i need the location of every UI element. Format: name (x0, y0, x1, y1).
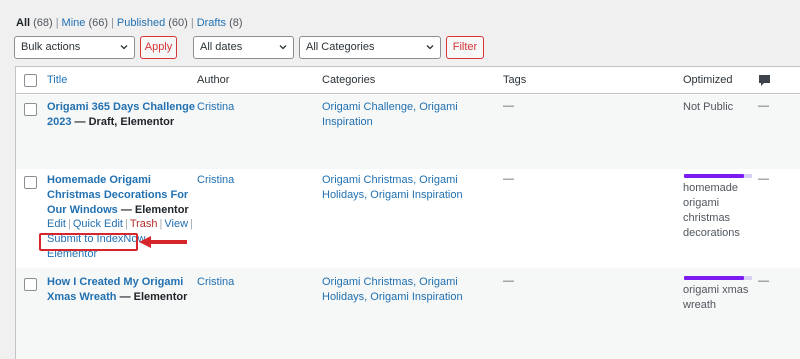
status-views: All (68) | Mine (66) | Published (60) | Drafts… (16, 17, 243, 29)
quick-edit-link[interactable]: Quick Edit (73, 218, 123, 230)
trash-link[interactable]: Trash (130, 218, 158, 230)
select-all-checkbox[interactable] (24, 74, 37, 87)
highlight-box (39, 233, 138, 251)
keyword-score-bar (684, 174, 752, 178)
tags-cell: — (503, 275, 514, 287)
row-checkbox[interactable] (24, 176, 37, 189)
author-link[interactable]: Cristina (197, 173, 234, 188)
categories-links[interactable]: Origami Challenge, Origami Inspiration (322, 100, 492, 130)
categories-select[interactable]: All Categories (299, 36, 441, 59)
keyword-score-bar (684, 276, 752, 280)
optimized-status: Not Public (683, 101, 734, 113)
author-link[interactable]: Cristina (197, 275, 234, 290)
categories-value: All Categories (306, 41, 375, 53)
comments-cell: — (758, 100, 769, 112)
apply-button[interactable]: Apply (140, 36, 177, 59)
comment-bubble-icon[interactable] (758, 74, 771, 87)
view-separator: | (111, 17, 114, 29)
column-title-sort[interactable]: Title (47, 74, 67, 86)
view-published-link[interactable]: Published (60) (117, 17, 188, 29)
post-title-cell: How I Created My Origami Xmas Wreath — E… (47, 275, 197, 305)
table-row: Homemade Origami Christmas Decorations F… (16, 169, 800, 268)
row-checkbox[interactable] (24, 103, 37, 116)
column-categories: Categories (322, 74, 376, 86)
comments-cell: — (758, 173, 769, 185)
column-author: Author (197, 74, 230, 86)
view-separator: | (190, 17, 194, 29)
categories-links[interactable]: Origami Christmas, Origami Holidays, Ori… (322, 173, 492, 203)
table-row: Origami 365 Days Challenge 2023 — Draft,… (16, 95, 800, 169)
dates-value: All dates (200, 41, 243, 53)
edit-link[interactable]: Edit (47, 218, 66, 230)
chevron-down-icon (120, 45, 128, 50)
chevron-down-icon (279, 45, 287, 50)
table-row: How I Created My Origami Xmas Wreath — E… (16, 268, 800, 359)
tags-cell: — (503, 173, 514, 185)
bulk-actions-select[interactable]: Bulk actions (14, 36, 135, 59)
tags-cell: — (503, 100, 514, 112)
table-header: Title Author Categories Tags Optimized (16, 67, 800, 94)
post-state: — Draft, Elementor (74, 116, 175, 128)
filter-button[interactable]: Filter (446, 36, 484, 59)
chevron-down-icon (426, 45, 434, 50)
view-separator: | (55, 17, 59, 29)
post-title-cell: Origami 365 Days Challenge 2023 — Draft,… (47, 100, 197, 130)
post-state: — Elementor (120, 204, 189, 216)
focus-keyword: homemade origami christmas decorations (683, 182, 740, 239)
column-optimized: Optimized (683, 74, 733, 86)
view-mine-link[interactable]: Mine (66) (62, 17, 108, 29)
post-title-cell: Homemade Origami Christmas Decorations F… (47, 173, 197, 218)
focus-keyword: origami xmas wreath (683, 284, 749, 311)
bulk-actions-value: Bulk actions (21, 41, 81, 53)
view-all-link[interactable]: All (68) (16, 17, 53, 29)
column-tags: Tags (503, 74, 527, 86)
categories-links[interactable]: Origami Christmas, Origami Holidays, Ori… (322, 275, 492, 305)
post-state: — Elementor (119, 291, 188, 303)
row-checkbox[interactable] (24, 278, 37, 291)
posts-table: Title Author Categories Tags Optimized O… (15, 66, 800, 359)
view-link[interactable]: View (164, 218, 188, 230)
view-drafts-link[interactable]: Drafts (8) (197, 17, 243, 29)
comments-cell: — (758, 275, 769, 287)
author-link[interactable]: Cristina (197, 100, 234, 115)
arrow-left-icon (139, 236, 187, 248)
dates-select[interactable]: All dates (193, 36, 294, 59)
